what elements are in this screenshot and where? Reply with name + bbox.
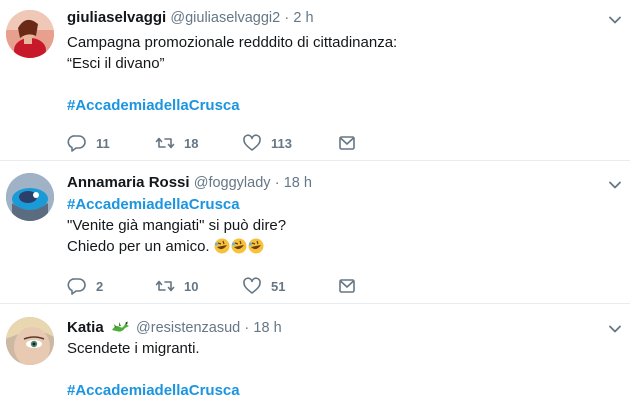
reply-button[interactable]: 11 (67, 134, 155, 152)
chevron-down-icon[interactable] (608, 178, 622, 192)
envelope-icon (339, 279, 355, 293)
heart-icon (243, 277, 261, 294)
reply-icon (67, 135, 86, 152)
tweet-text-line: Scendete i migranti. (67, 340, 200, 357)
rolling-laughing-emoji-icon (248, 238, 264, 254)
hashtag-link[interactable]: #AccademiadellaCrusca (67, 382, 240, 399)
direct-message-button[interactable] (337, 134, 357, 152)
tweet[interactable]: Katia @resistenzasud · 18 h Scendete i m… (0, 305, 630, 415)
chevron-down-icon[interactable] (608, 322, 622, 336)
user-handle[interactable]: @giuliaselvaggi2 (170, 10, 280, 26)
tweet-text-line: Campagna promozionale redddito di cittad… (67, 34, 398, 51)
chevron-down-icon[interactable] (608, 13, 622, 27)
display-name[interactable]: Katia (67, 319, 104, 336)
direct-message-button[interactable] (337, 277, 357, 295)
like-count: 113 (271, 135, 292, 151)
reply-button[interactable]: 2 (67, 277, 155, 295)
user-handle[interactable]: @foggylady (194, 175, 271, 191)
dragon-emoji-icon (111, 321, 129, 332)
tweet-text: Campagna promozionale redddito di cittad… (67, 32, 590, 116)
tweet-feed: giuliaselvaggi @giuliaselvaggi2 · 2 h Ca… (0, 0, 630, 415)
rolling-laughing-emoji-icon (214, 238, 230, 254)
emoji-group (214, 238, 265, 255)
tweet-header: Annamaria Rossi @foggylady · 18 h (67, 174, 590, 192)
envelope-icon (339, 136, 355, 150)
rolling-laughing-emoji-icon (231, 238, 247, 254)
reply-count: 11 (96, 135, 110, 151)
tweet-text-fragment: Chiedo per un amico. (67, 238, 210, 255)
separator-dot: · (284, 10, 290, 26)
retweet-icon (155, 137, 175, 149)
tweet-header: giuliaselvaggi @giuliaselvaggi2 · 2 h (67, 9, 590, 27)
tweet-actions: 11 18 113 (67, 133, 357, 153)
avatar[interactable] (6, 317, 54, 365)
like-button[interactable]: 51 (242, 277, 337, 295)
tweet[interactable]: Annamaria Rossi @foggylady · 18 h #Accad… (0, 162, 630, 304)
retweet-count: 18 (184, 135, 199, 151)
display-name[interactable]: Annamaria Rossi (67, 174, 190, 191)
timestamp[interactable]: 18 h (253, 320, 281, 336)
hashtag-link[interactable]: #AccademiadellaCrusca (67, 196, 240, 213)
like-count: 51 (271, 278, 286, 294)
retweet-button[interactable]: 18 (155, 134, 242, 152)
like-button[interactable]: 113 (242, 134, 337, 152)
tweet-text: Scendete i migranti. #AccademiadellaCrus… (67, 338, 590, 401)
tweet-text: #AccademiadellaCrusca "Venite già mangia… (67, 194, 590, 257)
retweet-count: 10 (184, 278, 199, 294)
reply-count: 2 (96, 278, 104, 294)
timestamp[interactable]: 18 h (284, 175, 312, 191)
avatar[interactable] (6, 10, 54, 58)
tweet-text-line: Chiedo per un amico. (67, 236, 590, 257)
reply-icon (67, 278, 86, 295)
timestamp[interactable]: 2 h (293, 10, 313, 26)
tweet[interactable]: giuliaselvaggi @giuliaselvaggi2 · 2 h Ca… (0, 0, 630, 161)
avatar[interactable] (6, 173, 54, 221)
hashtag-link[interactable]: #AccademiadellaCrusca (67, 97, 240, 114)
tweet-header: Katia @resistenzasud · 18 h (67, 318, 590, 336)
heart-icon (243, 134, 261, 151)
tweet-text-line: “Esci il divano” (67, 55, 165, 72)
tweet-actions: 2 10 51 (67, 276, 357, 296)
tweet-text-line: "Venite già mangiati" si può dire? (67, 217, 287, 234)
user-handle[interactable]: @resistenzasud (136, 320, 240, 336)
display-name[interactable]: giuliaselvaggi (67, 9, 166, 26)
retweet-icon (155, 280, 175, 292)
separator-dot: · (274, 175, 280, 191)
separator-dot: · (244, 320, 250, 336)
retweet-button[interactable]: 10 (155, 277, 242, 295)
